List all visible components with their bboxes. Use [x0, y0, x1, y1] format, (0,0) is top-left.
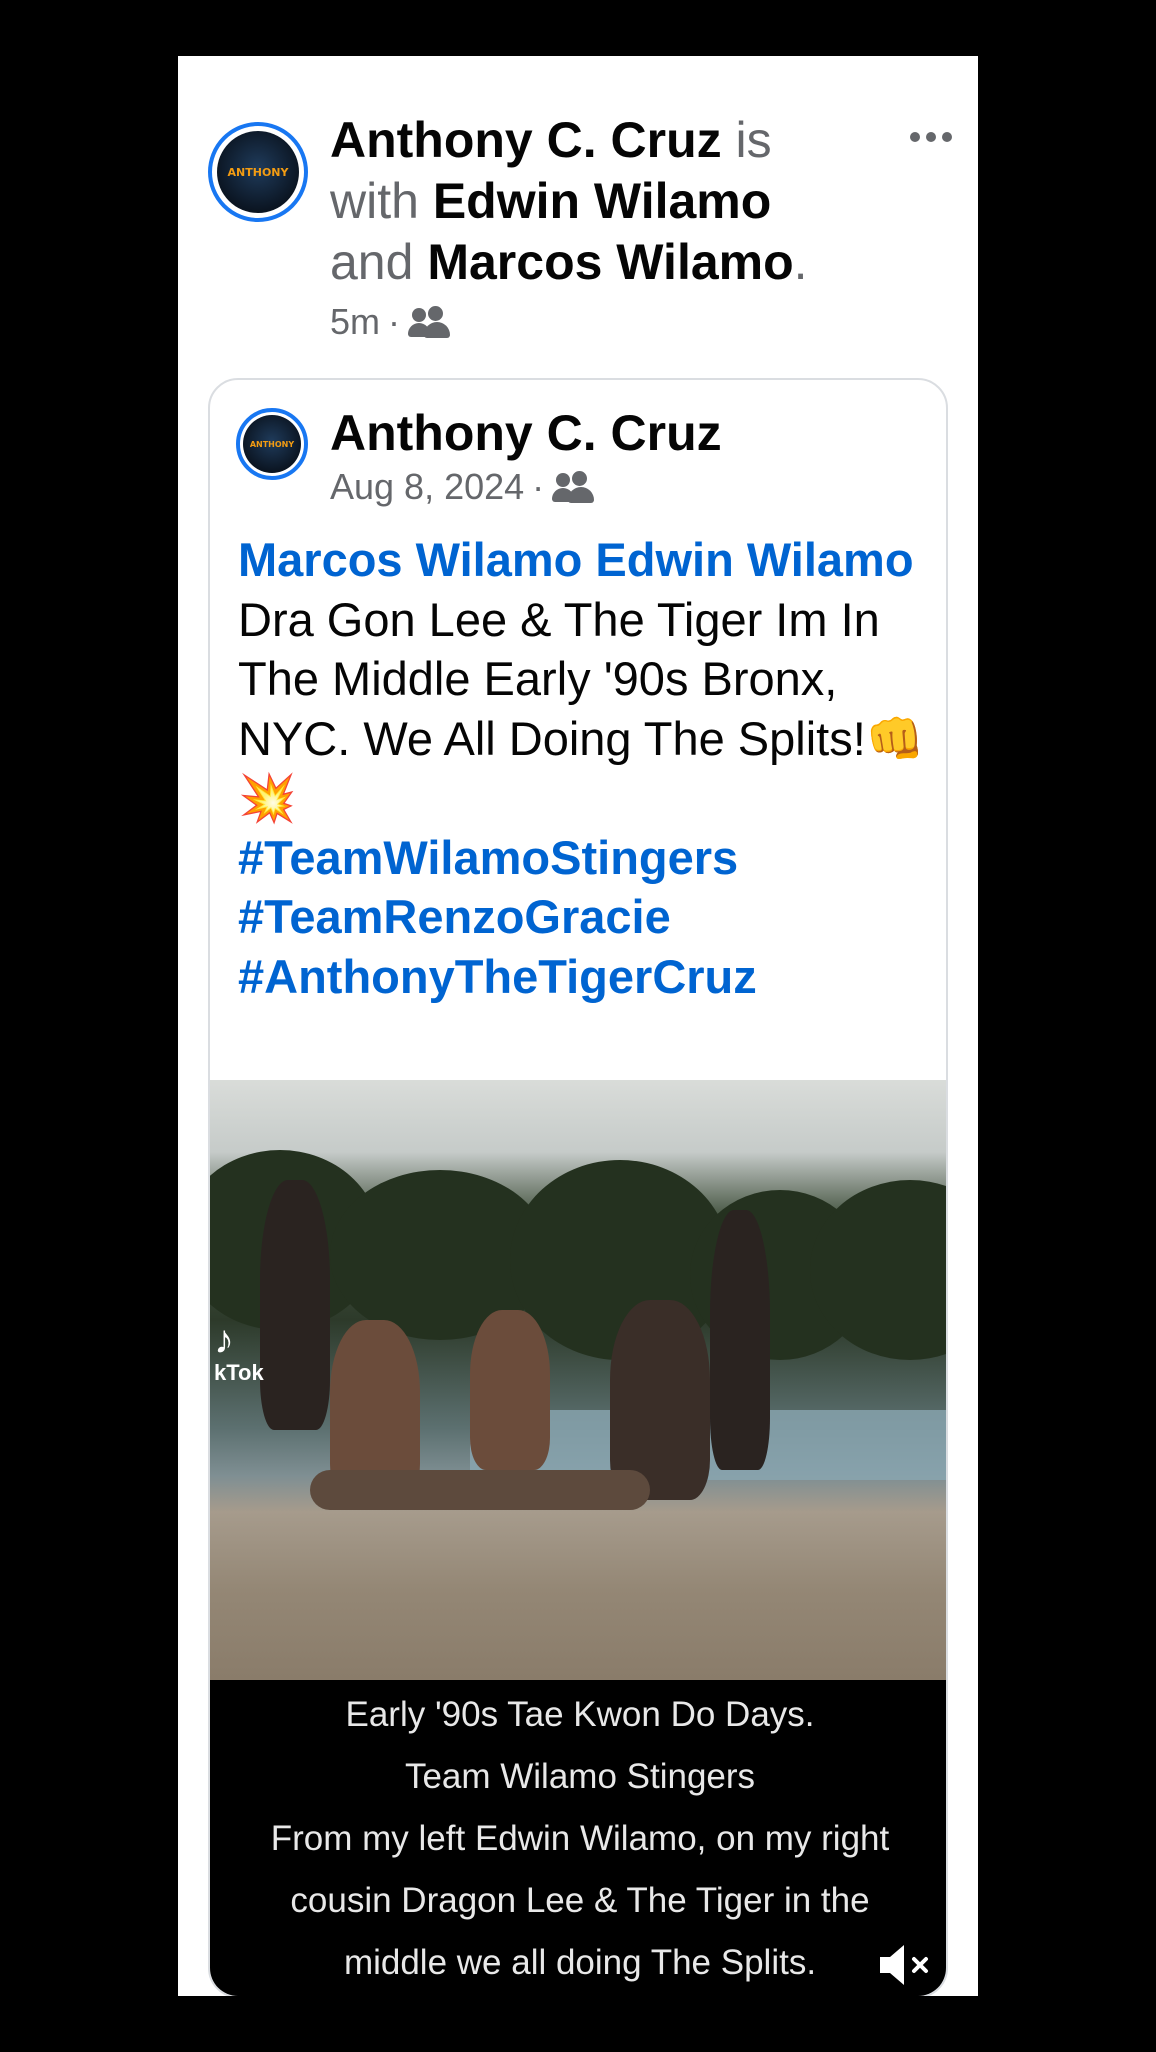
friends-icon [552, 471, 595, 503]
tiktok-label: kTok [214, 1360, 264, 1385]
caption-line: Early '90s Tae Kwon Do Days. [345, 1695, 815, 1734]
muted-speaker-icon[interactable] [876, 1940, 936, 1990]
tagged-user-2[interactable]: Marcos Wilamo [427, 234, 793, 290]
and-text: and [330, 234, 414, 290]
post-time[interactable]: 5m [330, 301, 380, 343]
shared-post[interactable]: ANTHONY Anthony C. Cruz Aug 8, 2024 · Ma… [208, 378, 948, 1996]
post-card: ANTHONY Anthony C. Cruz is with Edwin Wi… [178, 56, 978, 1996]
avatar-logo: ANTHONY [243, 415, 301, 473]
post-body: Marcos Wilamo Edwin Wilamo Dra Gon Lee &… [238, 530, 928, 1006]
tiktok-icon: ♪ [214, 1318, 234, 1362]
friends-icon[interactable] [408, 306, 451, 338]
author-avatar[interactable]: ANTHONY [208, 122, 308, 222]
with-text: with [330, 173, 419, 229]
shared-author-avatar[interactable]: ANTHONY [236, 408, 308, 480]
caption-line: middle we all doing The Splits. [343, 1943, 817, 1982]
hashtag-team-renzo-gracie[interactable]: #TeamRenzoGracie [238, 887, 928, 947]
mention-edwin-wilamo[interactable]: Edwin Wilamo [595, 533, 913, 586]
caption-line: From my left Edwin Wilamo, on my right [270, 1819, 890, 1858]
tiktok-watermark: ♪ kTok [214, 1320, 264, 1386]
shared-post-date[interactable]: Aug 8, 2024 [330, 466, 524, 508]
video-caption: Early '90s Tae Kwon Do Days. Team Wilamo… [210, 1680, 946, 1996]
avatar-logo: ANTHONY [217, 131, 299, 213]
shared-author-name[interactable]: Anthony C. Cruz [330, 404, 722, 462]
meta-dot: · [532, 466, 545, 507]
post-text: Dra Gon Lee & The Tiger Im In The Middle… [238, 592, 925, 825]
shared-post-meta: Aug 8, 2024 · [330, 466, 595, 508]
caption-line: cousin Dragon Lee & The Tiger in the [290, 1881, 870, 1920]
meta-dot: · [388, 301, 401, 342]
hashtag-team-wilamo-stingers[interactable]: #TeamWilamoStingers [238, 828, 928, 888]
video-player[interactable]: ♪ kTok [210, 1080, 946, 1680]
mention-marcos-wilamo[interactable]: Marcos Wilamo [238, 533, 582, 586]
caption-line: 👊💥 [210, 1994, 946, 1996]
post-meta: 5m · [330, 301, 451, 343]
period: . [793, 234, 808, 290]
more-options-icon[interactable] [910, 132, 952, 142]
is-text: is [735, 112, 772, 168]
hashtag-anthony-the-tiger-cruz[interactable]: #AnthonyTheTigerCruz [238, 947, 928, 1007]
tagged-user-1[interactable]: Edwin Wilamo [433, 173, 771, 229]
author-name[interactable]: Anthony C. Cruz [330, 112, 722, 168]
caption-line: Team Wilamo Stingers [404, 1757, 756, 1796]
post-header: Anthony C. Cruz is with Edwin Wilamo and… [330, 110, 830, 293]
